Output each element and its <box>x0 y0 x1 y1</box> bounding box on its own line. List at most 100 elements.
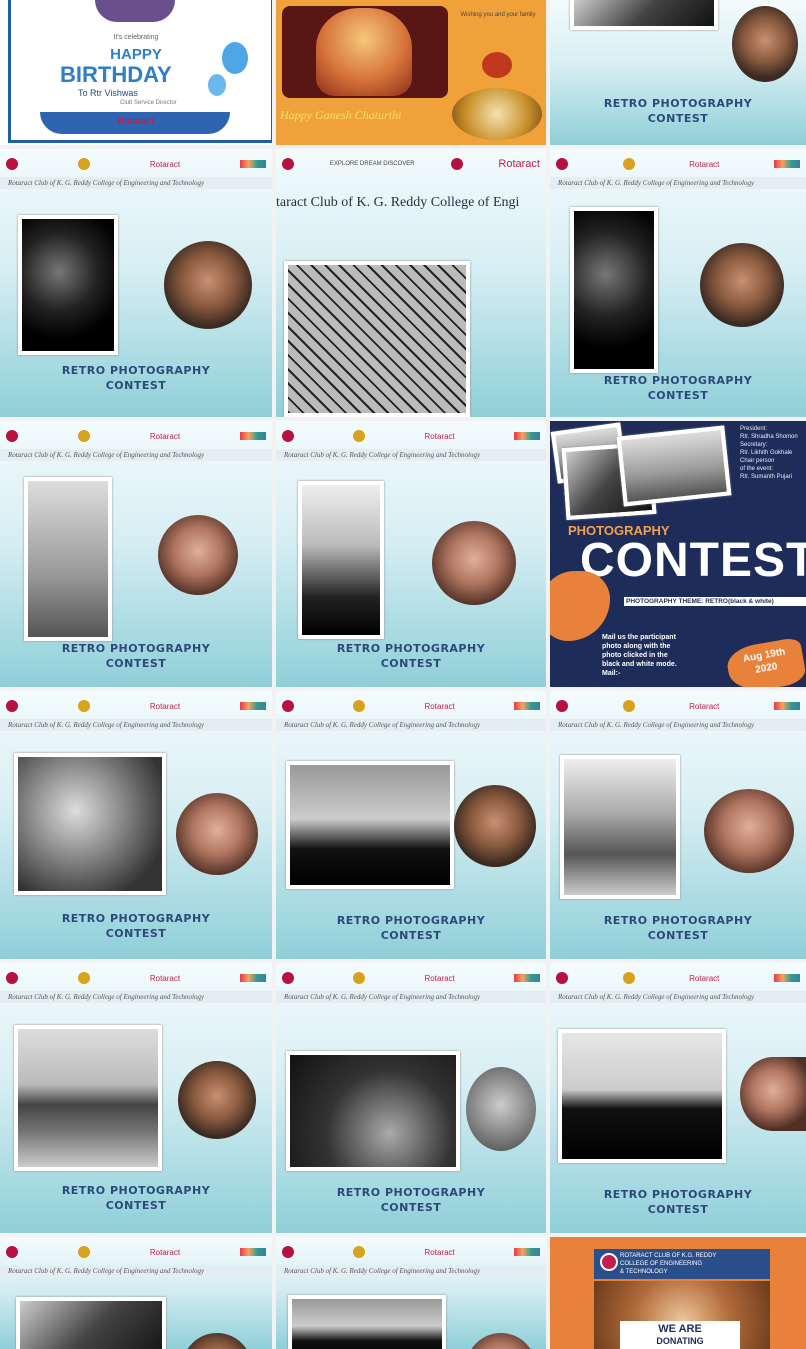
photo-frame <box>14 753 166 895</box>
sponsor-logos: Rotaract <box>282 971 540 985</box>
contest-post-11[interactable]: Rotaract Rotaract Club of K. G. Reddy Co… <box>550 963 806 1233</box>
contest-poster[interactable]: President: Rtr. Shradha Shomon Secretary: R… <box>550 421 806 687</box>
photo-frame <box>16 1297 166 1349</box>
contest-title: RETRO PHOTOGRAPHY CONTEST <box>603 374 753 402</box>
kalash-icon <box>482 52 512 78</box>
contest-title: RETRO PHOTOGRAPHY CONTEST <box>603 97 753 125</box>
contest-post-7[interactable]: Rotaract Rotaract Club of K. G. Reddy Co… <box>276 691 546 959</box>
donation-post[interactable]: ROTARACT CLUB OF K.G. REDDY COLLEGE OF EN… <box>550 1237 806 1349</box>
club-name: Rotaract Club of K. G. Reddy College of … <box>0 719 272 731</box>
donation-banner: WE ARE DONATING <box>620 1321 740 1349</box>
poster-info: President: Rtr. Shradha Shomon Secretary: R… <box>740 426 798 480</box>
sponsor-logos: Rotaract <box>282 699 540 713</box>
club-name: Rotaract Club of K. G. Reddy College of … <box>276 1265 546 1277</box>
contest-title: RETRO PHOTOGRAPHY CONTEST <box>61 364 211 392</box>
participant-avatar <box>182 1333 252 1349</box>
participant-avatar <box>740 1057 806 1131</box>
participant-avatar <box>178 1061 256 1139</box>
photo-frame <box>286 761 454 889</box>
photo-frame <box>286 1051 460 1171</box>
photo-frame <box>288 1295 446 1349</box>
sponsor-logos: Rotaract <box>6 699 266 713</box>
club-name: Rotaract Club of K. G. Reddy College of … <box>0 1265 272 1277</box>
contest-post-0[interactable]: RETRO PHOTOGRAPHY CONTEST <box>550 0 806 145</box>
donation-header: ROTARACT CLUB OF K.G. REDDY COLLEGE OF EN… <box>594 1249 770 1279</box>
birthday-title: BIRTHDAY <box>60 62 172 87</box>
poster-photo <box>616 425 732 507</box>
contest-post-6[interactable]: Rotaract Rotaract Club of K. G. Reddy Co… <box>0 691 272 959</box>
club-name: Rotaract Club of K. G. Reddy College of … <box>0 177 272 189</box>
club-name: Rotaract Club of K. G. Reddy College of … <box>550 177 806 189</box>
photo-frame <box>560 755 680 899</box>
contest-post-10[interactable]: Rotaract Rotaract Club of K. G. Reddy Co… <box>276 963 546 1233</box>
birthday-kicker: It's celebrating <box>113 34 159 41</box>
contest-post-13[interactable]: Rotaract Rotaract Club of K. G. Reddy Co… <box>276 1237 546 1349</box>
club-name: Rotaract Club of K. G. Reddy College of … <box>276 991 546 1003</box>
club-name: Rotaract Club of K. G. Reddy College of … <box>276 719 546 731</box>
sponsor-logos: Rotaract <box>6 1245 266 1259</box>
contest-title: RETRO PHOTOGRAPHY CONTEST <box>61 1184 211 1212</box>
participant-avatar <box>164 241 252 329</box>
poster-date-badge: Aug 19th 2020 <box>724 636 806 687</box>
club-name: Rotaract Club of K. G. Reddy College of … <box>550 719 806 731</box>
participant-avatar <box>454 785 536 867</box>
participant-avatar <box>732 6 798 82</box>
contest-title: RETRO PHOTOGRAPHY CONTEST <box>603 914 753 942</box>
club-name: Rotaract Club of K. G. Reddy College of … <box>0 991 272 1003</box>
contest-title: RETRO PHOTOGRAPHY CONTEST <box>336 1186 486 1214</box>
birthday-post[interactable]: It's celebrating HAPPY BIRTHDAY To Rtr V… <box>0 0 272 145</box>
rotaract-icon <box>600 1253 618 1271</box>
club-name: Rotaract Club of K. G. Reddy College of … <box>276 449 546 461</box>
contest-post-2[interactable]: EXPLORE DREAM DISCOVER Rotaract taract Cl… <box>276 149 546 417</box>
photo-frame <box>298 481 384 639</box>
participant-avatar <box>700 243 784 327</box>
birthday-name: To Rtr Vishwas <box>78 88 138 98</box>
sponsor-logos: Rotaract <box>556 157 800 171</box>
offering-plate <box>452 88 542 140</box>
poster-mail: Mail us the participant photo along with … <box>602 634 677 677</box>
participant-avatar <box>176 793 258 875</box>
sponsor-logos: Rotaract <box>556 699 800 713</box>
photo-frame <box>18 215 118 355</box>
contest-title: RETRO PHOTOGRAPHY CONTEST <box>61 642 211 670</box>
participant-avatar <box>466 1067 536 1151</box>
contest-title: RETRO PHOTOGRAPHY CONTEST <box>336 914 486 942</box>
contest-post-8[interactable]: Rotaract Rotaract Club of K. G. Reddy Co… <box>550 691 806 959</box>
sponsor-logos: Rotaract <box>556 971 800 985</box>
ganesh-idol <box>316 8 412 96</box>
photo-frame <box>284 261 470 417</box>
photo-frame <box>14 1025 162 1171</box>
sponsor-logos: EXPLORE DREAM DISCOVER Rotaract <box>282 157 540 171</box>
participant-avatar <box>466 1333 536 1349</box>
participant-avatar <box>432 521 516 605</box>
club-name: Rotaract Club of K. G. Reddy College of … <box>550 991 806 1003</box>
ganesh-greeting: Happy Ganesh Chaturthi <box>280 108 402 122</box>
photo-frame <box>24 477 112 641</box>
balloon-icon <box>222 42 248 74</box>
contest-post-3[interactable]: Rotaract Rotaract Club of K. G. Reddy Co… <box>550 149 806 417</box>
participant-avatar <box>704 789 794 873</box>
contest-post-4[interactable]: Rotaract Rotaract Club of K. G. Reddy Co… <box>0 421 272 687</box>
contest-title: RETRO PHOTOGRAPHY CONTEST <box>336 642 486 670</box>
balloon-icon <box>208 74 226 96</box>
sponsor-logos: Rotaract <box>6 971 266 985</box>
birthday-logo: Rotaract <box>117 116 155 126</box>
ganesh-post[interactable]: Wishing you and your family Happy Ganesh… <box>276 0 546 145</box>
contest-title: RETRO PHOTOGRAPHY CONTEST <box>603 1188 753 1216</box>
contest-post-1[interactable]: Rotaract Rotaract Club of K. G. Reddy Co… <box>0 149 272 417</box>
birthday-sub: Club Service Director <box>120 100 177 106</box>
contest-post-9[interactable]: Rotaract Rotaract Club of K. G. Reddy Co… <box>0 963 272 1233</box>
post-grid: It's celebrating HAPPY BIRTHDAY To Rtr V… <box>0 0 806 1349</box>
sponsor-logos: Rotaract <box>6 429 266 443</box>
poster-contest: CONTEST <box>580 534 806 587</box>
contest-post-12[interactable]: Rotaract Rotaract Club of K. G. Reddy Co… <box>0 1237 272 1349</box>
photo-frame <box>570 0 718 30</box>
poster-theme: PHOTOGRAPHY THEME: RETRO(black & white) <box>624 597 806 606</box>
ganesh-info: Wishing you and your family <box>460 12 536 18</box>
photo-frame <box>558 1029 726 1163</box>
participant-avatar <box>158 515 238 595</box>
contest-title: RETRO PHOTOGRAPHY CONTEST <box>61 912 211 940</box>
club-name: Rotaract Club of K. G. Reddy College of … <box>0 449 272 461</box>
sponsor-logos: Rotaract <box>6 157 266 171</box>
contest-post-5[interactable]: Rotaract Rotaract Club of K. G. Reddy Co… <box>276 421 546 687</box>
